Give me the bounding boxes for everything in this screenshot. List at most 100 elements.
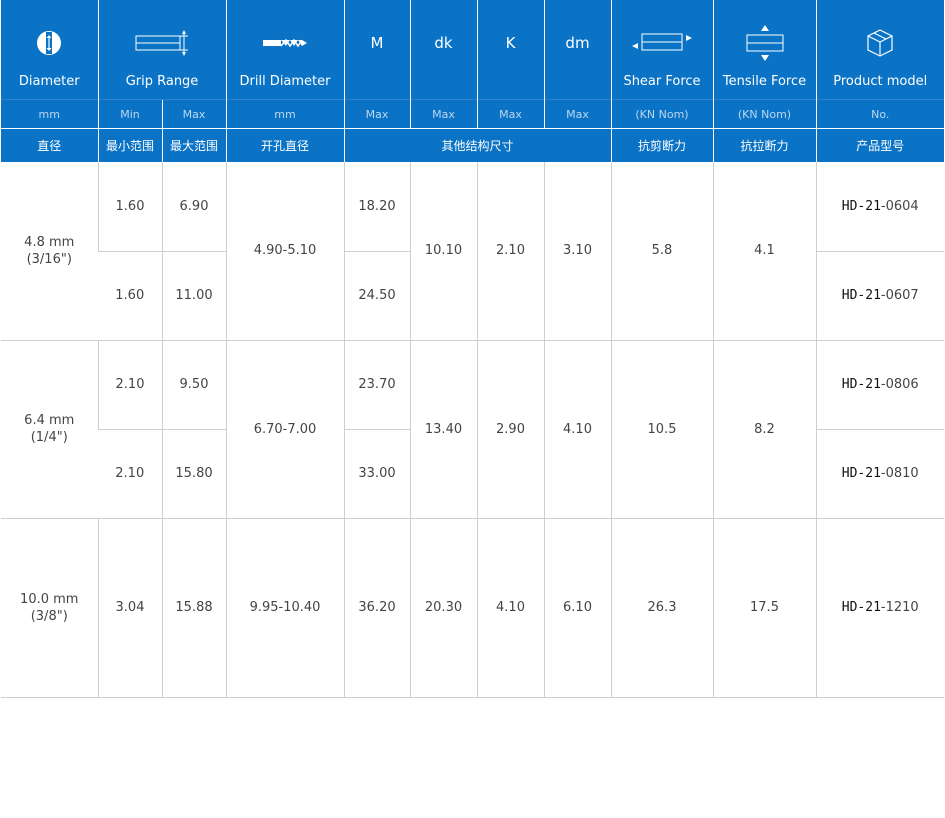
model-suffix: -0810 [880,466,919,481]
diameter-inch: (1/4") [30,430,68,445]
header-chinese-row: 直径 最小范围 最大范围 开孔直径 其他结构尺寸 抗剪断力 抗拉断力 产品型号 [1,128,944,162]
header-grip-range: Grip Range [97,0,226,100]
model-cell: HD-21-0806 [815,340,944,430]
header-diameter: Diameter [1,0,98,100]
header-unit-row: mm Min Max mm Max Max Max Max (KN Nom) (… [1,99,944,129]
m-cell: 33.00 [343,429,410,519]
tensile-cell: 17.5 [712,518,816,698]
m-cell: 36.20 [343,518,410,698]
cn-structure-dimensions: 其他结构尺寸 [343,128,611,162]
table-row: 10.0 mm (3/8") 3.04 15.88 9.95-10.40 36.… [1,518,944,698]
grip-min-cell: 2.10 [97,340,162,430]
model-prefix: HD-21 [841,288,881,303]
unit-drill: mm [225,99,344,129]
diameter-cell: 6.4 mm (1/4") [1,340,98,519]
model-suffix: -0604 [880,198,919,214]
dm-cell: 6.10 [543,518,611,698]
rivet-spec-table: Diameter Grip Range Drill Diameter M dk … [1,0,944,698]
unit-shear: (KN Nom) [610,99,713,129]
shear-force-icon [612,30,713,56]
model-suffix: -0806 [880,377,919,392]
header-row: Diameter Grip Range Drill Diameter M dk … [1,0,944,100]
grip-min-cell: 2.10 [98,429,162,519]
grip-max-cell: 9.50 [161,340,226,430]
model-prefix: HD-21 [841,198,881,214]
diameter-inch: (3/8") [30,608,68,624]
header-product-model: Product model [815,0,945,100]
k-cell: 2.90 [476,340,544,519]
grip-min-cell: 1.60 [97,162,162,252]
tensile-cell: 8.2 [712,340,816,519]
model-cell: HD-21-0604 [815,162,944,252]
shear-cell: 10.5 [610,340,713,519]
grip-range-icon [99,30,226,56]
header-symbol: dm [565,34,590,52]
header-symbol: dk [434,34,453,52]
header-symbol: K [505,34,516,52]
diameter-mm: 6.4 mm [24,413,75,428]
cn-model: 产品型号 [815,128,944,162]
unit-dk: Max [409,99,477,129]
model-prefix: HD-21 [841,466,881,481]
cn-grip-min: 最小范围 [97,128,162,162]
grip-max-cell: 11.00 [161,251,226,341]
diameter-cell: 10.0 mm (3/8") [1,518,98,698]
tensile-cell: 4.1 [712,162,816,341]
drill-cell: 4.90-5.10 [225,162,344,341]
header-m: M [343,0,410,100]
diameter-mm: 10.0 mm [20,591,79,607]
product-box-icon [817,29,945,57]
dm-cell: 3.10 [543,162,611,341]
unit-dm: Max [543,99,611,129]
grip-max-cell: 15.80 [161,429,226,519]
header-label: Tensile Force [722,74,807,89]
header-label: Grip Range [125,74,199,89]
cn-shear: 抗剪断力 [610,128,713,162]
shear-cell: 5.8 [610,162,713,341]
m-cell: 18.20 [343,162,410,252]
diameter-cell: 4.8 mm (3/16") [1,162,98,341]
m-cell: 23.70 [343,340,410,430]
unit-tensile: (KN Nom) [712,99,816,129]
header-drill-diameter: Drill Diameter [225,0,344,100]
m-cell: 24.50 [343,251,410,341]
unit-m: Max [343,99,410,129]
diameter-inch: (3/16") [26,251,72,267]
header-k: K [476,0,544,100]
header-symbol: M [370,34,384,52]
header-label: Drill Diameter [239,74,331,89]
cn-drill: 开孔直径 [225,128,344,162]
model-cell: HD-21-0607 [815,251,944,341]
header-shear-force: Shear Force [610,0,713,100]
rivet-diameter-icon [1,30,98,56]
drill-bit-icon [227,30,344,56]
dk-cell: 10.10 [409,162,477,341]
dk-cell: 13.40 [409,340,477,519]
model-cell: HD-21-0810 [815,429,944,519]
header-dk: dk [409,0,477,100]
tensile-force-icon [714,25,816,61]
table-row: 4.8 mm (3/16") 1.60 6.90 4.90-5.10 18.20… [1,162,944,341]
model-suffix: -1210 [880,600,919,615]
grip-max-cell: 6.90 [161,162,226,252]
table-row: 6.4 mm (1/4") 2.10 9.50 6.70-7.00 23.70 … [1,340,944,519]
model-suffix: -0607 [880,288,919,303]
header-tensile-force: Tensile Force [712,0,816,100]
drill-cell: 6.70-7.00 [225,340,344,519]
dm-cell: 4.10 [543,340,611,519]
cn-grip-max: 最大范围 [161,128,226,162]
header-dm: dm [543,0,611,100]
drill-cell: 9.95-10.40 [225,518,344,698]
shear-cell: 26.3 [610,518,713,698]
model-prefix: HD-21 [841,377,881,392]
cn-tensile: 抗拉断力 [712,128,816,162]
unit-grip-min: Min [97,99,162,129]
k-cell: 4.10 [476,518,544,698]
model-prefix: HD-21 [841,600,881,615]
grip-min-cell: 3.04 [97,518,162,698]
header-label: Shear Force [623,74,701,89]
dk-cell: 20.30 [409,518,477,698]
k-cell: 2.10 [476,162,544,341]
grip-min-cell: 1.60 [98,251,162,341]
unit-model: No. [815,99,944,129]
